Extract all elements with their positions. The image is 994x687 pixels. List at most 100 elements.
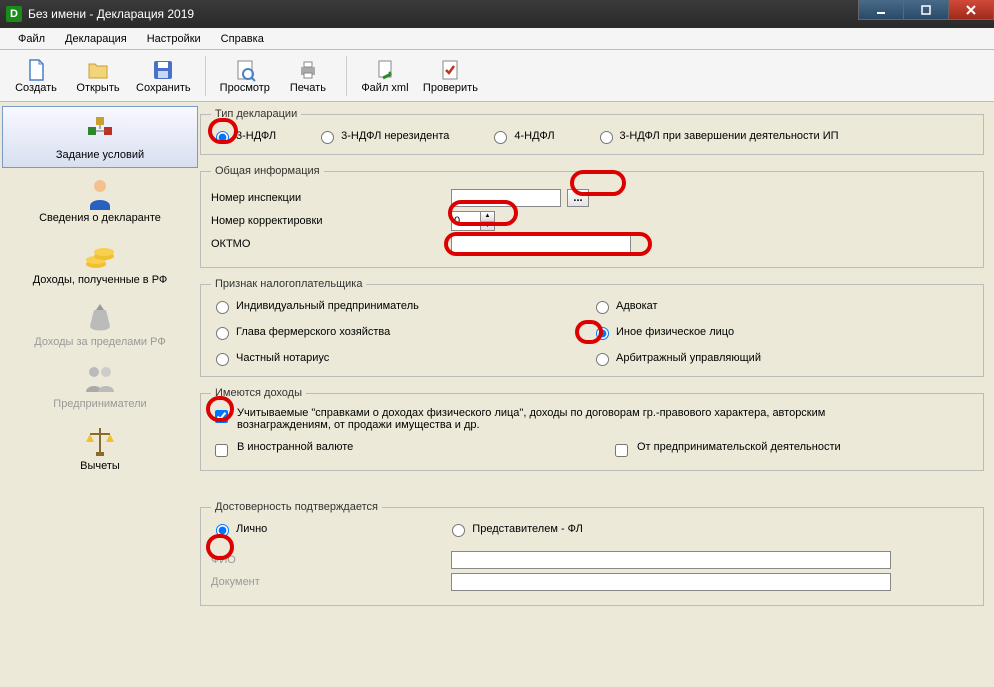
toolbar-label: Сохранить	[136, 82, 191, 94]
sidebar-label: Доходы за пределами РФ	[34, 336, 165, 348]
radio-advokat[interactable]: Адвокат	[591, 298, 973, 314]
radio-input[interactable]	[216, 301, 229, 314]
close-button[interactable]	[948, 0, 994, 20]
maximize-button[interactable]	[903, 0, 949, 20]
fieldset-income: Имеются доходы Учитываемые "справками о …	[200, 387, 984, 471]
save-button[interactable]: Сохранить	[130, 52, 197, 100]
checkbox-input[interactable]	[615, 444, 628, 457]
checkbox-label: В иностранной валюте	[237, 441, 353, 453]
radio-label: Иное физическое лицо	[616, 326, 734, 338]
radio-input[interactable]	[216, 524, 229, 537]
sidebar-label: Задание условий	[56, 149, 144, 161]
radio-other-person[interactable]: Иное физическое лицо	[591, 324, 973, 340]
sidebar-item-income-rf[interactable]: Доходы, полученные в РФ	[2, 232, 198, 292]
inspection-input[interactable]	[451, 189, 561, 207]
menu-help[interactable]: Справка	[211, 31, 274, 47]
sidebar-item-entrepreneurs[interactable]: Предприниматели	[2, 356, 198, 416]
checkbox-entrepreneur-activity[interactable]: От предпринимательской деятельности	[611, 441, 973, 460]
create-button[interactable]: Создать	[6, 52, 66, 100]
inspection-browse-button[interactable]: ...	[567, 189, 589, 207]
radio-label: Арбитражный управляющий	[616, 352, 761, 364]
fieldset-general: Общая информация Номер инспекции ... Ном…	[200, 165, 984, 268]
legend-general: Общая информация	[211, 165, 324, 177]
radio-3ndfl-ip-end[interactable]: 3-НДФЛ при завершении деятельности ИП	[595, 128, 839, 144]
menu-file[interactable]: Файл	[8, 31, 55, 47]
print-icon	[296, 58, 320, 82]
radio-label: Индивидуальный предприниматель	[236, 300, 419, 312]
business-people-icon	[82, 362, 118, 398]
radio-label: 4-НДФЛ	[514, 130, 554, 142]
radio-3ndfl[interactable]: 3-НДФЛ	[211, 128, 276, 144]
radio-label: 3-НДФЛ	[236, 130, 276, 142]
xml-file-icon	[373, 58, 397, 82]
fieldset-taxpayer: Признак налогоплательщика Индивидуальный…	[200, 278, 984, 377]
sidebar-item-declarant[interactable]: Сведения о декларанте	[2, 170, 198, 230]
label-fio: ФИО	[211, 554, 451, 566]
checkbox-foreign-currency[interactable]: В иностранной валюте	[211, 441, 611, 460]
money-bag-icon	[82, 300, 118, 336]
radio-label: Лично	[236, 523, 267, 535]
toolbar-separator	[346, 56, 347, 96]
radio-representative[interactable]: Представителем - ФЛ	[447, 521, 583, 537]
menu-settings[interactable]: Настройки	[137, 31, 211, 47]
sidebar-label: Доходы, полученные в РФ	[33, 274, 168, 286]
toolbar-label: Проверить	[423, 82, 478, 94]
checkbox-spravki[interactable]	[215, 410, 228, 423]
form-area: Тип декларации 3-НДФЛ 3-НДФЛ нерезидента…	[200, 102, 994, 687]
app-icon: D	[6, 6, 22, 22]
correction-input[interactable]	[452, 212, 480, 230]
label-document: Документ	[211, 576, 451, 588]
radio-label: Частный нотариус	[236, 352, 329, 364]
check-icon	[438, 58, 462, 82]
correction-spinner[interactable]: ▲ ▼	[451, 211, 495, 231]
print-button[interactable]: Печать	[278, 52, 338, 100]
sidebar-item-deductions[interactable]: Вычеты	[2, 418, 198, 478]
radio-3ndfl-nonresident[interactable]: 3-НДФЛ нерезидента	[316, 128, 449, 144]
radio-arbitr[interactable]: Арбитражный управляющий	[591, 350, 973, 366]
oktmo-input[interactable]	[451, 235, 631, 253]
preview-icon	[233, 58, 257, 82]
radio-farmer[interactable]: Глава фермерского хозяйства	[211, 324, 591, 340]
radio-input[interactable]	[596, 327, 609, 340]
open-button[interactable]: Открыть	[68, 52, 128, 100]
radio-ip[interactable]: Индивидуальный предприниматель	[211, 298, 591, 314]
filexml-button[interactable]: Файл xml	[355, 52, 415, 100]
radio-label: 3-НДФЛ при завершении деятельности ИП	[620, 130, 839, 142]
toolbar: Создать Открыть Сохранить Просмотр Печат…	[0, 50, 994, 102]
label-inspection: Номер инспекции	[211, 192, 451, 204]
radio-input[interactable]	[600, 131, 613, 144]
menubar: Файл Декларация Настройки Справка	[0, 28, 994, 50]
checkbox-label: От предпринимательской деятельности	[637, 441, 841, 453]
radio-input[interactable]	[452, 524, 465, 537]
radio-label: 3-НДФЛ нерезидента	[341, 130, 449, 142]
preview-button[interactable]: Просмотр	[214, 52, 276, 100]
fieldset-decl-type: Тип декларации 3-НДФЛ 3-НДФЛ нерезидента…	[200, 108, 984, 155]
person-icon	[82, 176, 118, 212]
check-button[interactable]: Проверить	[417, 52, 484, 100]
fieldset-trust: Достоверность подтверждается Лично Предс…	[200, 501, 984, 606]
radio-4ndfl[interactable]: 4-НДФЛ	[489, 128, 554, 144]
toolbar-label: Файл xml	[361, 82, 408, 94]
legend-income: Имеются доходы	[211, 387, 306, 399]
radio-input[interactable]	[216, 131, 229, 144]
spin-up-icon[interactable]: ▲	[480, 212, 494, 222]
legend-trust: Достоверность подтверждается	[211, 501, 382, 513]
radio-personally[interactable]: Лично	[211, 521, 267, 537]
radio-input[interactable]	[216, 353, 229, 366]
menu-declaration[interactable]: Декларация	[55, 31, 137, 47]
sidebar-label: Вычеты	[80, 460, 120, 472]
legend-decl-type: Тип декларации	[211, 108, 301, 120]
radio-input[interactable]	[596, 301, 609, 314]
minimize-button[interactable]	[858, 0, 904, 20]
sidebar-item-conditions[interactable]: Задание условий	[2, 106, 198, 168]
radio-input[interactable]	[321, 131, 334, 144]
radio-notary[interactable]: Частный нотариус	[211, 350, 591, 366]
folder-open-icon	[86, 58, 110, 82]
toolbar-label: Просмотр	[220, 82, 270, 94]
checkbox-input[interactable]	[215, 444, 228, 457]
radio-input[interactable]	[596, 353, 609, 366]
radio-input[interactable]	[494, 131, 507, 144]
radio-input[interactable]	[216, 327, 229, 340]
spin-down-icon[interactable]: ▼	[480, 222, 494, 231]
sidebar-item-income-abroad[interactable]: Доходы за пределами РФ	[2, 294, 198, 354]
